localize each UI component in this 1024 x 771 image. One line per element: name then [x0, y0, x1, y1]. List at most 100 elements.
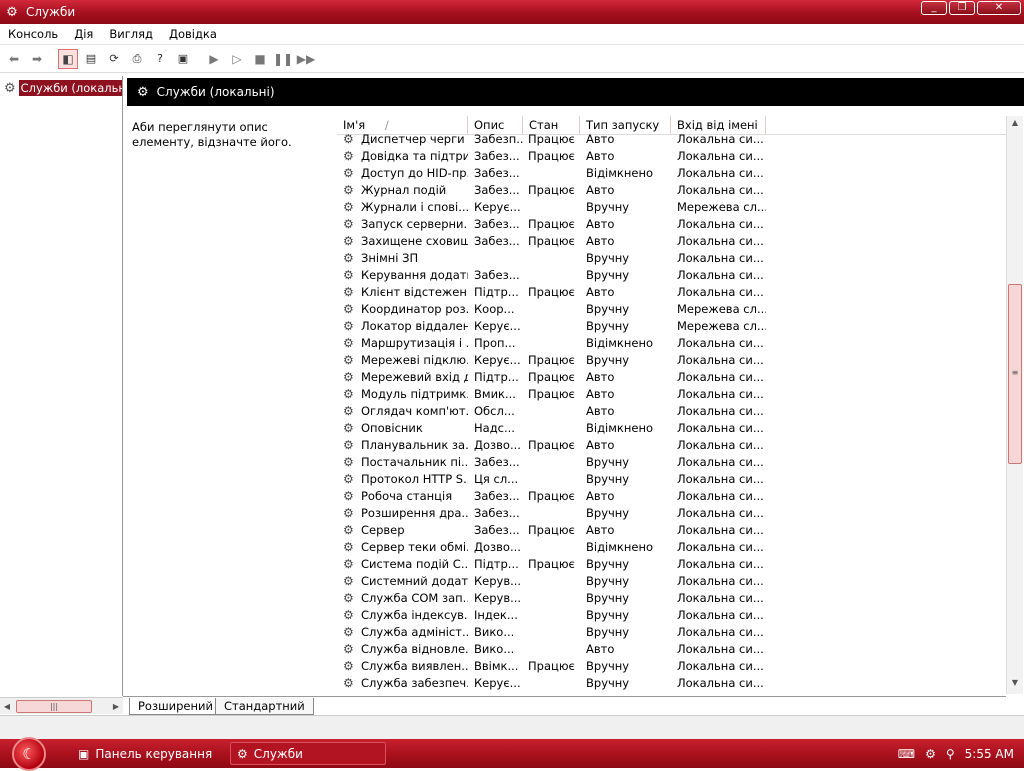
scroll-thumb[interactable]: ||| — [16, 699, 92, 713]
table-row[interactable]: ⚙ Журнали і спові... Керує... Вручну Мережев… — [337, 198, 1006, 215]
service-name-cell: ⚙ Доступ до HID-пр... — [343, 165, 468, 180]
service-logon-cell: Локальна си... — [677, 624, 764, 639]
table-row[interactable]: ⚙ Служба забезпеч... Керує... Вручну Локальн… — [337, 674, 1006, 691]
menu-view[interactable]: Вигляд — [101, 27, 161, 41]
export-list-icon[interactable]: ⎙ — [127, 49, 147, 69]
table-row[interactable]: ⚙ Диспетчер черги ... Забезп... Працює Авто Л… — [337, 130, 1006, 147]
service-startup-cell: Вручну — [586, 675, 630, 690]
help-icon[interactable]: ? — [150, 49, 170, 69]
service-status-cell: Працює — [528, 131, 575, 146]
table-row[interactable]: ⚙ Служба виявлен... Ввімк... Працює Вручну Ло… — [337, 657, 1006, 674]
refresh-icon[interactable]: ⟳ — [104, 49, 124, 69]
service-startup-cell: Авто — [586, 403, 615, 418]
properties-icon[interactable]: ▤ — [81, 49, 101, 69]
start-service-alt-icon[interactable]: ▷ — [227, 49, 247, 69]
stop-service-icon[interactable]: ■ — [250, 49, 270, 69]
table-row[interactable]: ⚙ Робоча станція Забез... Працює Авто Локальн… — [337, 487, 1006, 504]
table-row[interactable]: ⚙ Журнал подій Забез... Працює Авто Локальна … — [337, 181, 1006, 198]
forward-arrow-icon[interactable]: ➡ — [27, 49, 47, 69]
scroll-down-icon[interactable]: ▼ — [1007, 678, 1023, 692]
table-row[interactable]: ⚙ Сервер теки обмі... Дозво... Відімкнено Ло… — [337, 538, 1006, 555]
table-row[interactable]: ⚙ Захищене сховище Забез... Працює Авто Локал… — [337, 232, 1006, 249]
table-row[interactable]: ⚙ Клієнт відстежен... Підтр... Працює Авто Ло… — [337, 283, 1006, 300]
network-icon[interactable]: ⚙ — [925, 747, 936, 761]
keyboard-icon[interactable]: ⌨ — [898, 747, 915, 761]
back-arrow-icon[interactable]: ⬅ — [4, 49, 24, 69]
table-row[interactable]: ⚙ Планувальник за... Дозво... Працює Авто Лок… — [337, 436, 1006, 453]
console-view-icon[interactable]: ▣ — [173, 49, 193, 69]
list-vertical-scrollbar[interactable]: ▲ ≡ ▼ — [1006, 116, 1023, 694]
service-description-cell: Ввімк... — [474, 658, 519, 673]
table-row[interactable]: ⚙ Модуль підтримк... Вмик... Працює Авто Лока… — [337, 385, 1006, 402]
gear-icon: ⚙ — [343, 403, 354, 418]
table-row[interactable]: ⚙ Маршрутизація і ... Проп... Відімкнено Лок… — [337, 334, 1006, 351]
table-row[interactable]: ⚙ Оглядач комп'ют... Обсл... Авто Локальна с… — [337, 402, 1006, 419]
pause-service-icon[interactable]: ❚❚ — [273, 49, 293, 69]
search-icon[interactable]: ⚲ — [946, 747, 955, 761]
taskbar-item-label: Панель керування — [95, 746, 213, 761]
gear-icon: ⚙ — [343, 471, 354, 486]
service-name-cell: ⚙ Сервер — [343, 522, 405, 537]
service-logon-cell: Локальна си... — [677, 607, 764, 622]
table-row[interactable]: ⚙ Оповісник Надс... Відімкнено Локальна си..… — [337, 419, 1006, 436]
service-startup-cell: Вручну — [586, 267, 630, 282]
gear-icon: ⚙ — [343, 199, 354, 214]
window-title: Служби — [26, 5, 76, 19]
scroll-up-icon[interactable]: ▲ — [1007, 118, 1023, 132]
taskbar-item-control-panel[interactable]: ▣ Панель керування — [72, 742, 222, 765]
menu-help[interactable]: Довідка — [161, 27, 225, 41]
gear-icon: ⚙ — [343, 369, 354, 384]
table-row[interactable]: ⚙ Координатор роз... Коор... Вручну Мережева… — [337, 300, 1006, 317]
scroll-right-icon[interactable]: ▶ — [109, 702, 123, 711]
service-description-cell: Забез... — [474, 454, 520, 469]
service-name-cell: ⚙ Служба відновле... — [343, 641, 468, 656]
service-status-cell: Працює — [528, 386, 575, 401]
table-row[interactable]: ⚙Локатор віддален... Керує... Вручну Мереже… — [337, 317, 1006, 334]
scroll-left-icon[interactable]: ◀ — [0, 702, 14, 711]
restart-service-icon[interactable]: ▶▶ — [296, 49, 316, 69]
service-description-cell: Вмик... — [474, 386, 516, 401]
service-logon-cell: Локальна си... — [677, 539, 764, 554]
table-row[interactable]: ⚙ Мережеві підклю... Керує... Працює Вручну Л… — [337, 351, 1006, 368]
tab-extended[interactable]: Розширений — [129, 698, 222, 715]
table-row[interactable]: ⚙ Розширення дра... Забез... Вручну Локальна… — [337, 504, 1006, 521]
menu-action[interactable]: Дія — [66, 27, 101, 41]
table-row[interactable]: ⚙ Служба відновле... Вико... Авто Локальна с… — [337, 640, 1006, 657]
maximize-button[interactable]: ❐ — [949, 1, 975, 15]
taskbar-item-services[interactable]: ⚙ Служби — [230, 742, 386, 765]
gear-icon: ⚙ — [343, 318, 354, 333]
show-hide-tree-icon[interactable]: ◧ — [58, 48, 78, 69]
close-button[interactable]: ✕ — [977, 1, 1021, 15]
table-row[interactable]: ⚙ Знімні ЗП Вручну Локальна си... — [337, 249, 1006, 266]
table-row[interactable]: ⚙ Доступ до HID-пр... Забез... Відімкнено Ло… — [337, 164, 1006, 181]
table-row[interactable]: ⚙ Служба індексув... Індек... Вручну Локальн… — [337, 606, 1006, 623]
service-name-cell: ⚙Довідка та підтри... — [343, 148, 468, 163]
table-row[interactable]: ⚙Керування додатк... Забез... Вручну Локаль… — [337, 266, 1006, 283]
start-button[interactable]: ☾ — [12, 737, 46, 771]
service-name-cell: ⚙ Служба адмініст... — [343, 624, 468, 639]
table-row[interactable]: ⚙ Протокол HTTP S... Ця сл... Вручну Локальн… — [337, 470, 1006, 487]
gear-icon: ⚙ — [343, 182, 354, 197]
service-status-cell: Працює — [528, 284, 575, 299]
start-service-icon[interactable]: ▶ — [204, 49, 224, 69]
gear-icon: ⚙ — [343, 131, 354, 146]
table-row[interactable]: ⚙ Постачальник пі... Забез... Вручну Локальн… — [337, 453, 1006, 470]
tab-standard[interactable]: Стандартний — [215, 698, 314, 715]
table-row[interactable]: ⚙ Система подій С... Підтр... Працює Вручну Л… — [337, 555, 1006, 572]
service-name-cell: ⚙Мережевий вхід д... — [343, 369, 468, 384]
table-row[interactable]: ⚙ Служба COM зап... Керув... Вручну Локальна… — [337, 589, 1006, 606]
menu-console[interactable]: Консоль — [0, 27, 66, 41]
table-row[interactable]: ⚙ Служба адмініст... Вико... Вручну Локальна… — [337, 623, 1006, 640]
table-row[interactable]: ⚙Довідка та підтри... Забез... Працює Авто Л… — [337, 147, 1006, 164]
table-row[interactable]: ⚙Мережевий вхід д... Підтр... Працює Авто Ло… — [337, 368, 1006, 385]
table-row[interactable]: ⚙ Запуск серверни... Забез... Працює Авто Лок… — [337, 215, 1006, 232]
minimize-button[interactable]: _ — [921, 1, 947, 15]
service-startup-cell: Вручну — [586, 301, 630, 316]
tree-horizontal-scrollbar[interactable]: ◀ ||| ▶ — [0, 697, 123, 714]
tree-item-services-local[interactable]: ⚙ Служби (локальні) — [4, 80, 122, 96]
scroll-thumb[interactable]: ≡ — [1008, 284, 1022, 464]
table-row[interactable]: ⚙ Системний додат... Керув... Вручну Локальн… — [337, 572, 1006, 589]
table-row[interactable]: ⚙ Сервер Забез... Працює Авто Локальна си... — [337, 521, 1006, 538]
service-logon-cell: Локальна си... — [677, 250, 764, 265]
service-name-cell: ⚙ Мережеві підклю... — [343, 352, 468, 367]
